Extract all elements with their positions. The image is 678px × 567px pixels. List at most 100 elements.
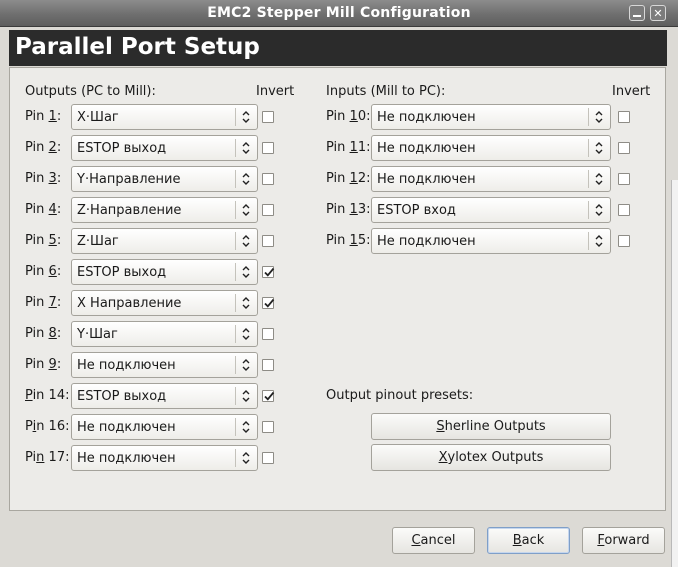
pin-label: Pin 3: [25,171,62,186]
pin-label: Pin 1: [25,109,62,124]
combo-arrows-icon [588,108,610,126]
invert-checkbox[interactable] [262,266,275,278]
invert-checkbox[interactable] [262,390,275,402]
pin-function-combo[interactable]: Не подключен [371,166,611,192]
xylotex-outputs-button[interactable]: Xylotex Outputs [371,444,611,471]
invert-checkbox[interactable] [262,111,274,123]
check-icon [264,391,275,401]
check-icon [264,298,275,308]
pin-function-combo[interactable]: Y·Направление [71,166,258,192]
invert-checkbox[interactable] [262,235,274,247]
combo-arrows-icon [235,263,257,281]
combo-value: Не подключен [377,110,476,125]
pin-label: Pin 6: [25,264,62,279]
combo-value: ESTOP выход [77,389,167,404]
window-titlebar: EMC2 Stepper Mill Configuration ✕ [0,0,678,27]
pin-label: Pin 16: [25,419,70,434]
combo-value: ESTOP выход [77,265,167,280]
invert-checkbox[interactable] [618,173,630,185]
combo-value: Не подключен [377,234,476,249]
pin-label: Pin 10: [326,109,371,124]
combo-value: X·Шаг [77,110,119,125]
pin-label: Pin 8: [25,326,62,341]
invert-checkbox[interactable] [262,328,274,340]
minimize-button[interactable] [629,5,645,21]
check-icon [264,267,275,277]
combo-arrows-icon [588,139,610,157]
pin-label: Pin 11: [326,140,371,155]
combo-value: Не подключен [377,141,476,156]
pin-label: Pin 14: [25,388,70,403]
cancel-button[interactable]: Cancel [392,527,475,554]
combo-arrows-icon [235,418,257,436]
window-title: EMC2 Stepper Mill Configuration [207,5,471,21]
inputs-section-label: Inputs (Mill to PC): [326,84,446,99]
combo-value: X Направление [77,296,182,311]
invert-checkbox[interactable] [262,359,274,371]
combo-arrows-icon [235,232,257,250]
combo-arrows-icon [235,139,257,157]
combo-arrows-icon [235,294,257,312]
pin-function-combo[interactable]: Не подключен [71,445,258,471]
pin-function-combo[interactable]: ESTOP вход [371,197,611,223]
combo-arrows-icon [235,356,257,374]
invert-checkbox[interactable] [618,204,630,216]
pin-label: Pin 4: [25,202,62,217]
invert-checkbox[interactable] [262,142,274,154]
background-window-edge [671,180,678,567]
pin-function-combo[interactable]: Не подключен [71,352,258,378]
pin-function-combo[interactable]: Не подключен [371,135,611,161]
inputs-invert-label: Invert [612,84,651,99]
forward-button[interactable]: Forward [582,527,665,554]
pin-function-combo[interactable]: ESTOP выход [71,259,258,285]
pin-label: Pin 12: [326,171,371,186]
pin-function-combo[interactable]: Не подключен [371,228,611,254]
combo-value: Z·Направление [77,203,182,218]
invert-checkbox[interactable] [618,235,630,247]
combo-value: Y·Направление [77,172,181,187]
pin-function-combo[interactable]: ESTOP выход [71,135,258,161]
invert-checkbox[interactable] [262,297,275,309]
combo-value: Не подключен [77,451,176,466]
pin-function-combo[interactable]: Не подключен [371,104,611,130]
combo-arrows-icon [235,449,257,467]
pin-function-combo[interactable]: X·Шаг [71,104,258,130]
invert-checkbox[interactable] [262,173,274,185]
sherline-outputs-button[interactable]: Sherline Outputs [371,413,611,440]
combo-value: Не подключен [77,358,176,373]
combo-arrows-icon [235,170,257,188]
pin-function-combo[interactable]: X Направление [71,290,258,316]
combo-value: ESTOP вход [377,203,456,218]
invert-checkbox[interactable] [618,111,630,123]
pin-function-combo[interactable]: Не подключен [71,414,258,440]
pin-label: Pin 9: [25,357,62,372]
invert-checkbox[interactable] [262,204,274,216]
outputs-section-label: Outputs (PC to Mill): [25,84,156,99]
combo-arrows-icon [235,201,257,219]
combo-value: Не подключен [377,172,476,187]
pin-label: Pin 15: [326,233,371,248]
back-button[interactable]: Back [487,527,570,554]
invert-checkbox[interactable] [262,452,274,464]
content-frame: Outputs (PC to Mill): Invert Inputs (Mil… [9,67,666,511]
page-header: Parallel Port Setup [9,30,667,66]
combo-arrows-icon [235,325,257,343]
invert-checkbox[interactable] [618,142,630,154]
pin-label: Pin 5: [25,233,62,248]
pin-function-combo[interactable]: Z·Шаг [71,228,258,254]
combo-arrows-icon [235,108,257,126]
combo-arrows-icon [588,170,610,188]
pin-label: Pin 13: [326,202,371,217]
close-icon: ✕ [653,7,663,20]
combo-value: ESTOP выход [77,141,167,156]
combo-value: Y·Шаг [77,327,118,342]
invert-checkbox[interactable] [262,421,274,433]
pin-function-combo[interactable]: Z·Направление [71,197,258,223]
outputs-invert-label: Invert [256,84,295,99]
close-button[interactable]: ✕ [650,5,666,21]
page-title: Parallel Port Setup [15,34,260,60]
combo-value: Не подключен [77,420,176,435]
pin-label: Pin 2: [25,140,62,155]
pin-function-combo[interactable]: Y·Шаг [71,321,258,347]
pin-function-combo[interactable]: ESTOP выход [71,383,258,409]
